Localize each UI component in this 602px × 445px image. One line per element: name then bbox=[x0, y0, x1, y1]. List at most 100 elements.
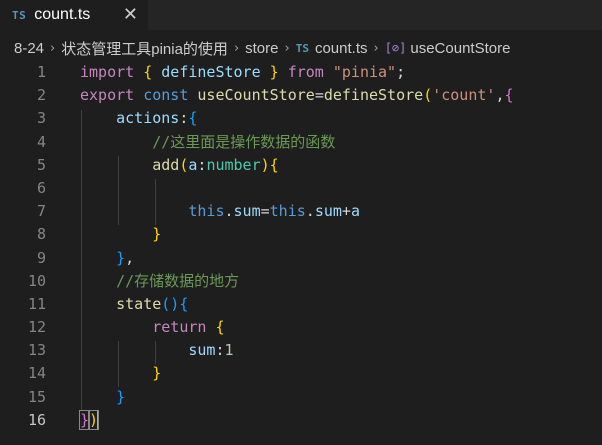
line-number: 8 bbox=[36, 225, 46, 244]
code-token: { bbox=[215, 318, 225, 337]
breadcrumb-folder-8-24[interactable]: 8-24 bbox=[14, 40, 44, 57]
tab-count-ts[interactable]: TS count.ts ✕ bbox=[0, 0, 148, 30]
indent-guide bbox=[118, 341, 119, 387]
code-line[interactable]: 13 sum:1 bbox=[0, 339, 602, 362]
chevron-right-icon: › bbox=[233, 40, 240, 56]
breadcrumb-folder-store[interactable]: store bbox=[245, 40, 278, 57]
line-number: 1 bbox=[36, 63, 46, 81]
code-token: defineStore bbox=[323, 86, 424, 105]
code-line[interactable]: 2 export const useCountStore=defineStore(… bbox=[0, 84, 602, 107]
line-number: 12 bbox=[27, 318, 46, 337]
code-text: this.sum=this.sum+a bbox=[80, 200, 360, 223]
code-line[interactable]: 6 bbox=[0, 177, 602, 200]
code-token: useCountStore bbox=[197, 86, 315, 105]
typescript-file-icon: TS bbox=[12, 8, 27, 22]
code-text: import { defineStore } from "pinia"; bbox=[80, 61, 405, 84]
close-icon[interactable]: ✕ bbox=[123, 4, 138, 25]
code-token: 'count' bbox=[432, 86, 496, 105]
code-token: } bbox=[116, 387, 126, 406]
code-token: add bbox=[152, 155, 180, 174]
code-token: () bbox=[161, 294, 180, 313]
code-text: //存储数据的地方 bbox=[80, 270, 239, 293]
code-token: //这里面是操作数据的函数 bbox=[152, 132, 336, 151]
code-text: } bbox=[80, 386, 125, 409]
line-number: 4 bbox=[36, 132, 46, 151]
code-token: } bbox=[269, 63, 279, 81]
line-number: 6 bbox=[36, 178, 46, 197]
code-line[interactable]: 4 //这里面是操作数据的函数 bbox=[0, 131, 602, 154]
code-token: , bbox=[125, 248, 135, 267]
line-number: 13 bbox=[27, 341, 46, 360]
code-line[interactable]: 11 state(){ bbox=[0, 293, 602, 316]
code-token: } bbox=[116, 248, 126, 267]
code-line[interactable]: 14 } bbox=[0, 362, 602, 385]
line-number: 11 bbox=[27, 294, 46, 313]
code-editor[interactable]: 1 import { defineStore } from "pinia"; 2 ex… bbox=[0, 61, 602, 445]
variable-symbol-icon: [⊘] bbox=[384, 41, 407, 55]
code-token: number bbox=[206, 155, 261, 174]
breadcrumb-file[interactable]: count.ts bbox=[315, 40, 368, 57]
line-number: 16 bbox=[27, 410, 46, 429]
code-token: ; bbox=[396, 63, 406, 81]
indent-guide bbox=[155, 341, 156, 364]
code-token: } bbox=[152, 225, 162, 244]
code-line[interactable]: 16}) bbox=[0, 409, 602, 432]
code-text: }) bbox=[78, 409, 100, 432]
line-number: 7 bbox=[36, 202, 46, 221]
code-token: sum bbox=[233, 202, 261, 221]
breadcrumb-symbol[interactable]: useCountStore bbox=[410, 40, 510, 57]
code-token: + bbox=[341, 202, 351, 221]
indent-guide bbox=[155, 179, 156, 225]
code-token: = bbox=[260, 202, 270, 221]
code-token: "pinia" bbox=[332, 63, 397, 81]
breadcrumb: 8-24 › 状态管理工具pinia的使用 › store › TS count… bbox=[0, 36, 602, 60]
chevron-right-icon: › bbox=[50, 40, 56, 56]
code-line[interactable]: 3 actions:{ bbox=[0, 107, 602, 130]
code-line[interactable]: 9 }, bbox=[0, 247, 602, 270]
typescript-file-icon: TS bbox=[295, 41, 309, 55]
line-number: 14 bbox=[27, 364, 46, 383]
code-line[interactable]: 10 //存储数据的地方 bbox=[0, 270, 602, 293]
code-line[interactable]: 12 return { bbox=[0, 316, 602, 339]
code-token: { bbox=[188, 109, 198, 128]
code-line[interactable]: 15 } bbox=[0, 386, 602, 409]
code-token: 1 bbox=[224, 341, 234, 360]
line-number: 3 bbox=[36, 109, 46, 128]
code-token: sum bbox=[188, 341, 216, 360]
indent-guide bbox=[118, 156, 119, 225]
code-token: ( bbox=[423, 86, 433, 105]
code-token: defineStore bbox=[161, 63, 270, 81]
line-number: 2 bbox=[36, 86, 46, 105]
code-text: actions:{ bbox=[80, 107, 197, 130]
code-text: return { bbox=[80, 316, 225, 339]
code-text: }, bbox=[80, 247, 134, 270]
code-line[interactable]: 1 import { defineStore } from "pinia"; bbox=[0, 61, 602, 84]
code-text: export const useCountStore=defineStore('… bbox=[80, 84, 514, 107]
code-token: . bbox=[305, 202, 315, 221]
code-line[interactable]: 8 } bbox=[0, 223, 602, 246]
code-token: //存储数据的地方 bbox=[116, 271, 240, 290]
code-line[interactable]: 5 add(a:number){ bbox=[0, 154, 602, 177]
line-number: 10 bbox=[27, 271, 46, 290]
code-token: const bbox=[143, 86, 198, 105]
text-cursor bbox=[97, 411, 100, 430]
breadcrumb-folder-pinia[interactable]: 状态管理工具pinia的使用 bbox=[61, 38, 228, 59]
code-token: { bbox=[269, 155, 279, 174]
code-text: } bbox=[80, 362, 161, 385]
line-number: 5 bbox=[36, 155, 46, 174]
code-line[interactable]: 7 this.sum=this.sum+a bbox=[0, 200, 602, 223]
code-token: { bbox=[143, 63, 162, 81]
code-token: sum bbox=[314, 202, 342, 221]
indent-guide bbox=[81, 110, 82, 410]
code-token: a bbox=[350, 202, 360, 221]
code-text: add(a:number){ bbox=[80, 154, 279, 177]
